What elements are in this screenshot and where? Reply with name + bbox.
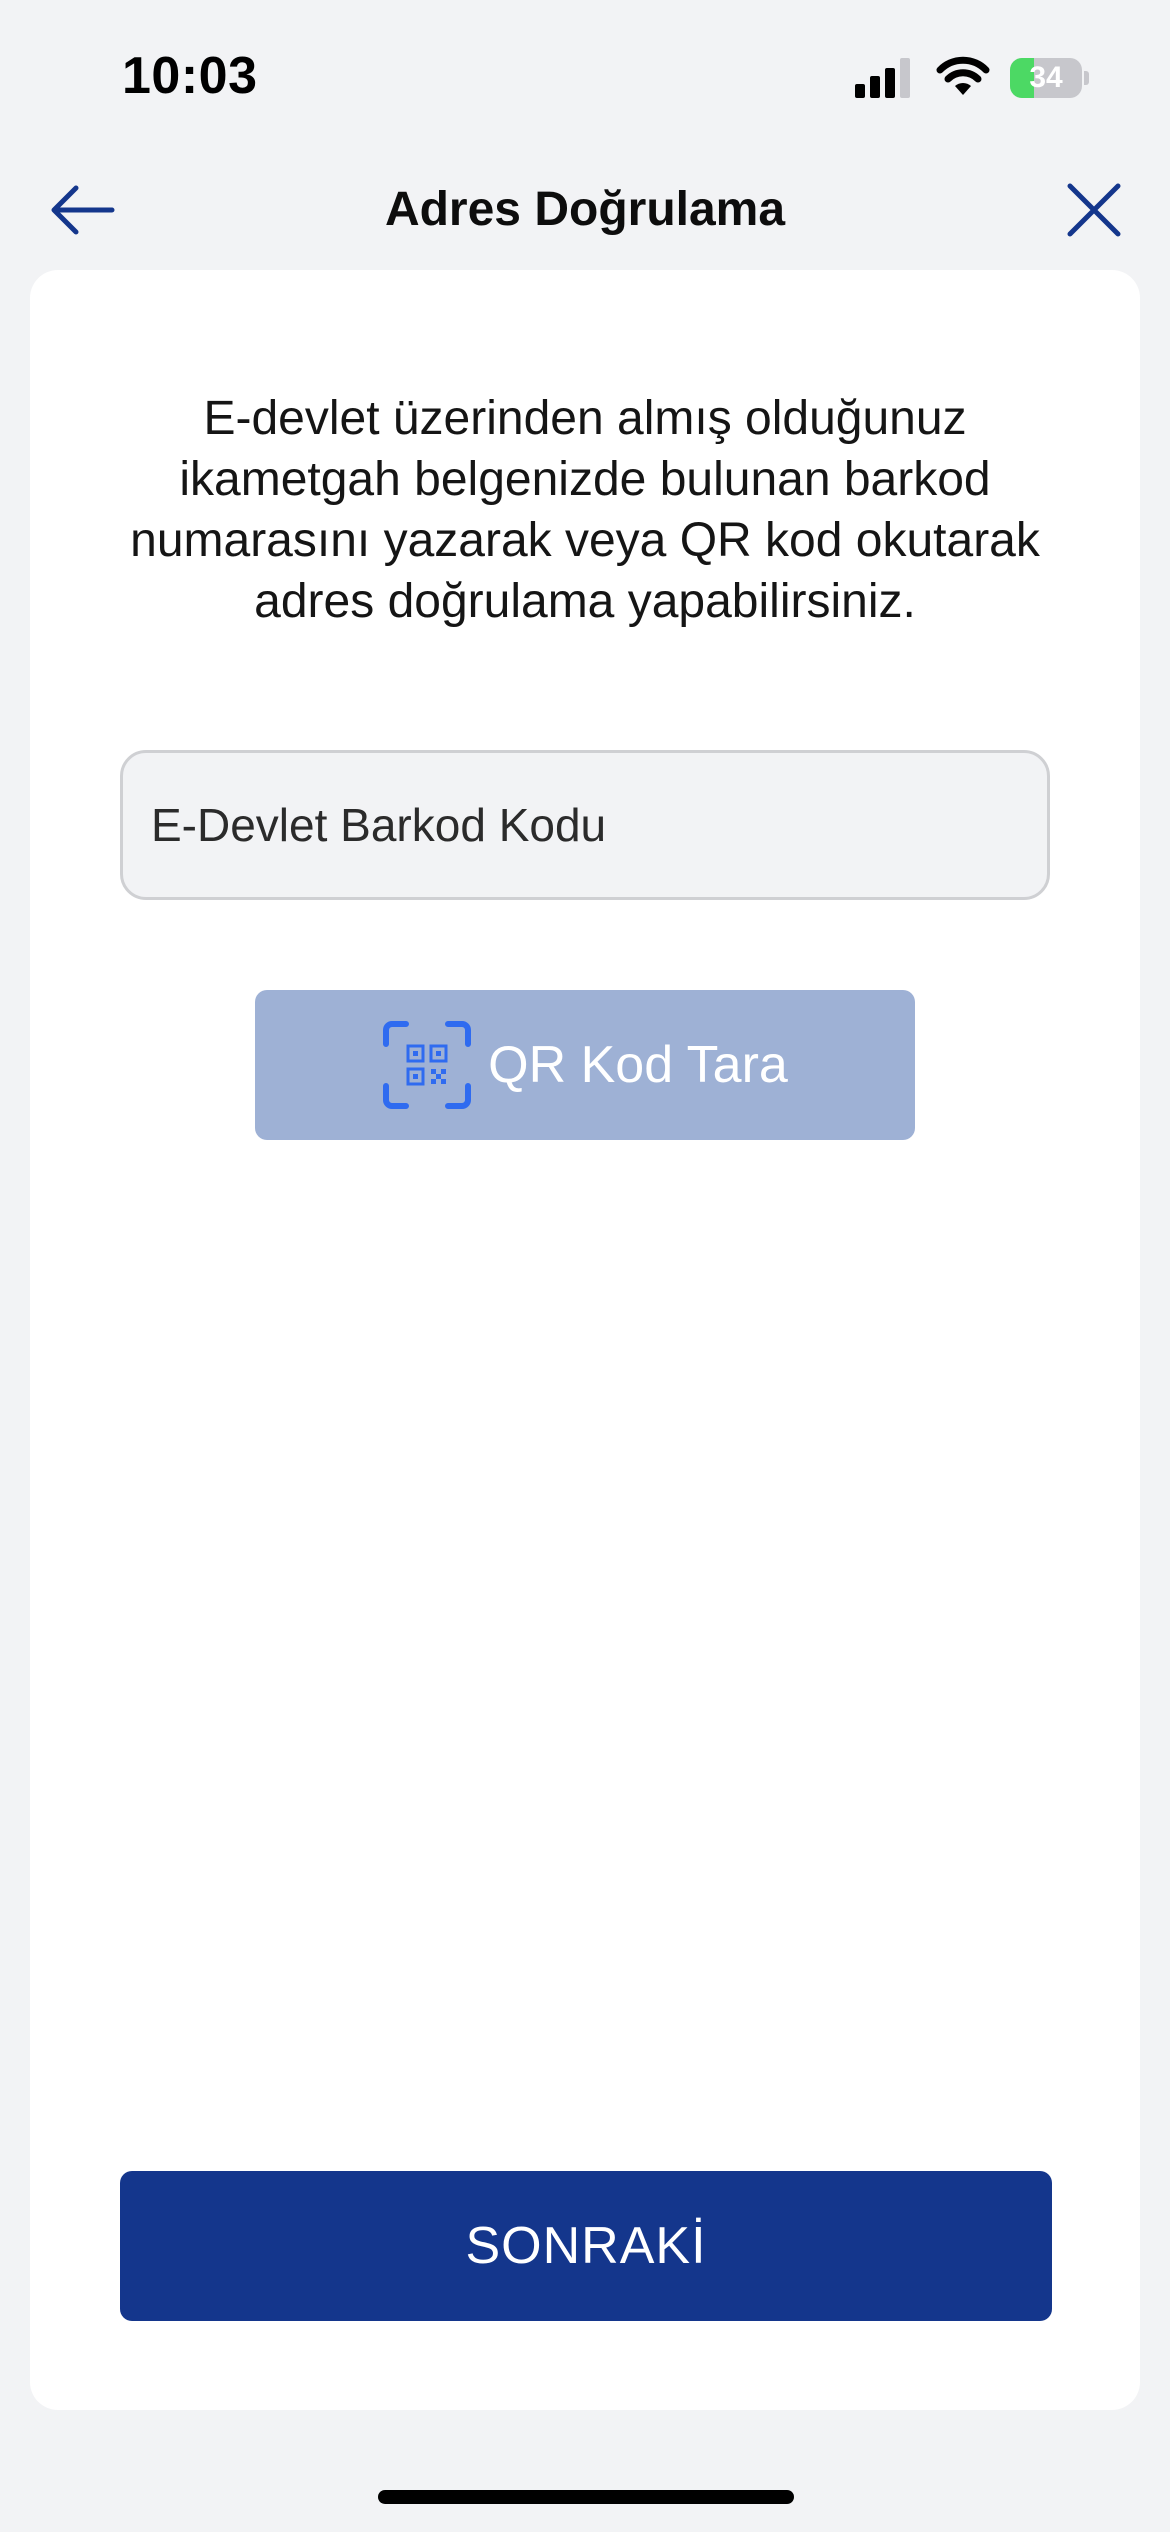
home-indicator [378, 2490, 794, 2504]
next-button-label: SONRAKİ [465, 2217, 707, 2275]
status-bar: 10:03 34 [0, 0, 1170, 150]
navigation-bar: Adres Doğrulama [0, 160, 1170, 260]
battery-level: 34 [1029, 61, 1063, 94]
wifi-icon [936, 56, 990, 95]
next-button[interactable]: SONRAKİ [120, 2171, 1052, 2321]
page-title: Adres Doğrulama [384, 183, 786, 236]
qr-scan-button[interactable]: QR Kod Tara [255, 990, 915, 1140]
battery-icon: 34 [1010, 58, 1089, 98]
qr-scan-button-label: QR Kod Tara [488, 1036, 788, 1094]
cellular-signal-icon [855, 58, 910, 98]
content-card: E-devlet üzerinden almış olduğunuz ikame… [30, 270, 1140, 2410]
close-icon[interactable] [1062, 178, 1126, 242]
qr-scan-icon [383, 1021, 472, 1109]
instruction-text: E-devlet üzerinden almış olduğunuz ikame… [130, 392, 1040, 628]
status-time: 10:03 [122, 47, 258, 105]
barcode-input[interactable] [120, 750, 1050, 900]
